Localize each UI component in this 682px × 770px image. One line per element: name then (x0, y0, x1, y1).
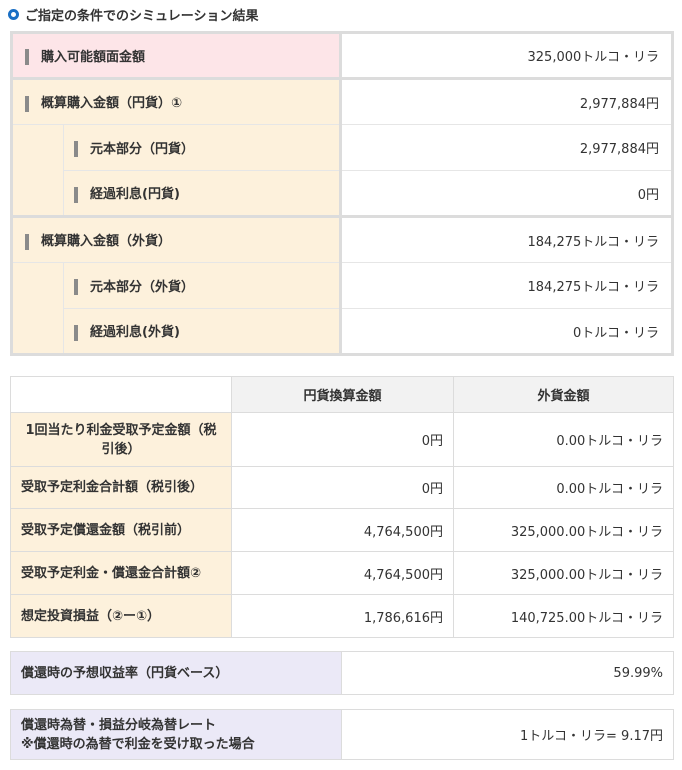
detail-row-label: 受取予定利金合計額（税引後） (10, 466, 232, 509)
detail-row-label: 受取予定償還金額（税引前） (10, 508, 232, 552)
detail-row: 受取予定利金合計額（税引後） 0円 0.00トルコ・リラ (10, 466, 674, 509)
detail-row-label: 受取予定利金・償還金合計額② (10, 551, 232, 595)
face-value-value: 325,000トルコ・リラ (340, 32, 673, 80)
detail-row-fx: 140,725.00トルコ・リラ (453, 594, 674, 638)
fx-total-value: 184,275トルコ・リラ (340, 216, 673, 263)
breakeven-label: 償還時為替・損益分岐為替レート ※償還時の為替で利金を受け取った場合 (10, 709, 342, 760)
face-value-label: 購入可能額面金額 (11, 32, 343, 80)
label-bar-icon (25, 49, 29, 66)
detail-row-label: 1回当たり利金受取予定金額（税引後） (10, 412, 232, 467)
summary-row-fx-interest: 経過利息(外貨) 0トルコ・リラ (11, 308, 673, 355)
breakeven-label-line2: ※償還時の為替で利金を受け取った場合 (21, 736, 255, 752)
fx-total-label: 概算購入金額（外貨） (11, 216, 343, 263)
jpy-interest-value: 0円 (340, 170, 673, 218)
breakeven-row: 償還時為替・損益分岐為替レート ※償還時の為替で利金を受け取った場合 1トルコ・… (10, 709, 674, 760)
yield-label: 償還時の予想収益率（円貨ベース） (10, 651, 342, 695)
detail-header-row: 円貨換算金額 外貨金額 (10, 376, 674, 413)
detail-row-jpy: 0円 (231, 466, 454, 509)
jpy-principal-label: 元本部分（円貨） (62, 124, 343, 171)
detail-row-fx: 0.00トルコ・リラ (453, 466, 674, 509)
detail-row-jpy: 4,764,500円 (231, 508, 454, 552)
summary-row-face-value: 購入可能額面金額 325,000トルコ・リラ (11, 32, 673, 80)
detail-row-fx: 0.00トルコ・リラ (453, 412, 674, 467)
yield-value: 59.99% (341, 651, 674, 695)
summary-row-fx-principal: 元本部分（外貨） 184,275トルコ・リラ (11, 262, 673, 309)
fx-principal-label: 元本部分（外貨） (62, 262, 343, 309)
label-bar-icon (25, 233, 29, 250)
summary-row-jpy-principal: 元本部分（円貨） 2,977,884円 (11, 124, 673, 171)
fx-interest-value: 0トルコ・リラ (340, 308, 673, 355)
header-jpy: 円貨換算金額 (231, 376, 454, 413)
summary-row-fx-total: 概算購入金額（外貨） 184,275トルコ・リラ (11, 216, 673, 263)
jpy-total-value: 2,977,884円 (340, 78, 673, 125)
label-bar-icon (74, 141, 78, 158)
summary-row-jpy-total: 概算購入金額（円貨）① 2,977,884円 (11, 78, 673, 125)
label-bar-icon (25, 95, 29, 112)
detail-row-jpy: 1,786,616円 (231, 594, 454, 638)
section-title-text: ご指定の条件でのシミュレーション結果 (25, 8, 259, 24)
summary-row-jpy-interest: 経過利息(円貨) 0円 (11, 170, 673, 218)
jpy-principal-value: 2,977,884円 (340, 124, 673, 171)
breakeven-table: 償還時為替・損益分岐為替レート ※償還時の為替で利金を受け取った場合 1トルコ・… (10, 709, 674, 760)
yield-row: 償還時の予想収益率（円貨ベース） 59.99% (10, 651, 674, 695)
section-title: ご指定の条件でのシミュレーション結果 (8, 5, 259, 24)
breakeven-value: 1トルコ・リラ= 9.17円 (341, 709, 674, 760)
detail-table: 円貨換算金額 外貨金額 1回当たり利金受取予定金額（税引後） 0円 0.00トル… (10, 376, 674, 638)
detail-row-label: 想定投資損益（②ー①） (10, 594, 232, 638)
header-fx: 外貨金額 (453, 376, 674, 413)
detail-row: 1回当たり利金受取予定金額（税引後） 0円 0.00トルコ・リラ (10, 412, 674, 467)
detail-row: 受取予定償還金額（税引前） 4,764,500円 325,000.00トルコ・リ… (10, 508, 674, 552)
breakeven-label-line1: 償還時為替・損益分岐為替レート (21, 717, 217, 733)
detail-row-fx: 325,000.00トルコ・リラ (453, 551, 674, 595)
detail-row-jpy: 4,764,500円 (231, 551, 454, 595)
detail-row-jpy: 0円 (231, 412, 454, 467)
label-bar-icon (74, 279, 78, 296)
detail-row-fx: 325,000.00トルコ・リラ (453, 508, 674, 552)
summary-table: 購入可能額面金額 325,000トルコ・リラ 概算購入金額（円貨）① 2,977… (10, 31, 674, 356)
label-bar-icon (74, 324, 78, 341)
label-bar-icon (74, 186, 78, 203)
jpy-total-label: 概算購入金額（円貨）① (11, 78, 343, 125)
fx-interest-label: 経過利息(外貨) (62, 308, 343, 355)
detail-row: 受取予定利金・償還金合計額② 4,764,500円 325,000.00トルコ・… (10, 551, 674, 595)
detail-row: 想定投資損益（②ー①） 1,786,616円 140,725.00トルコ・リラ (10, 594, 674, 638)
jpy-interest-label: 経過利息(円貨) (62, 170, 343, 218)
yield-table: 償還時の予想収益率（円貨ベース） 59.99% (10, 651, 674, 695)
circle-bullet-icon (8, 8, 19, 20)
fx-principal-value: 184,275トルコ・リラ (340, 262, 673, 309)
